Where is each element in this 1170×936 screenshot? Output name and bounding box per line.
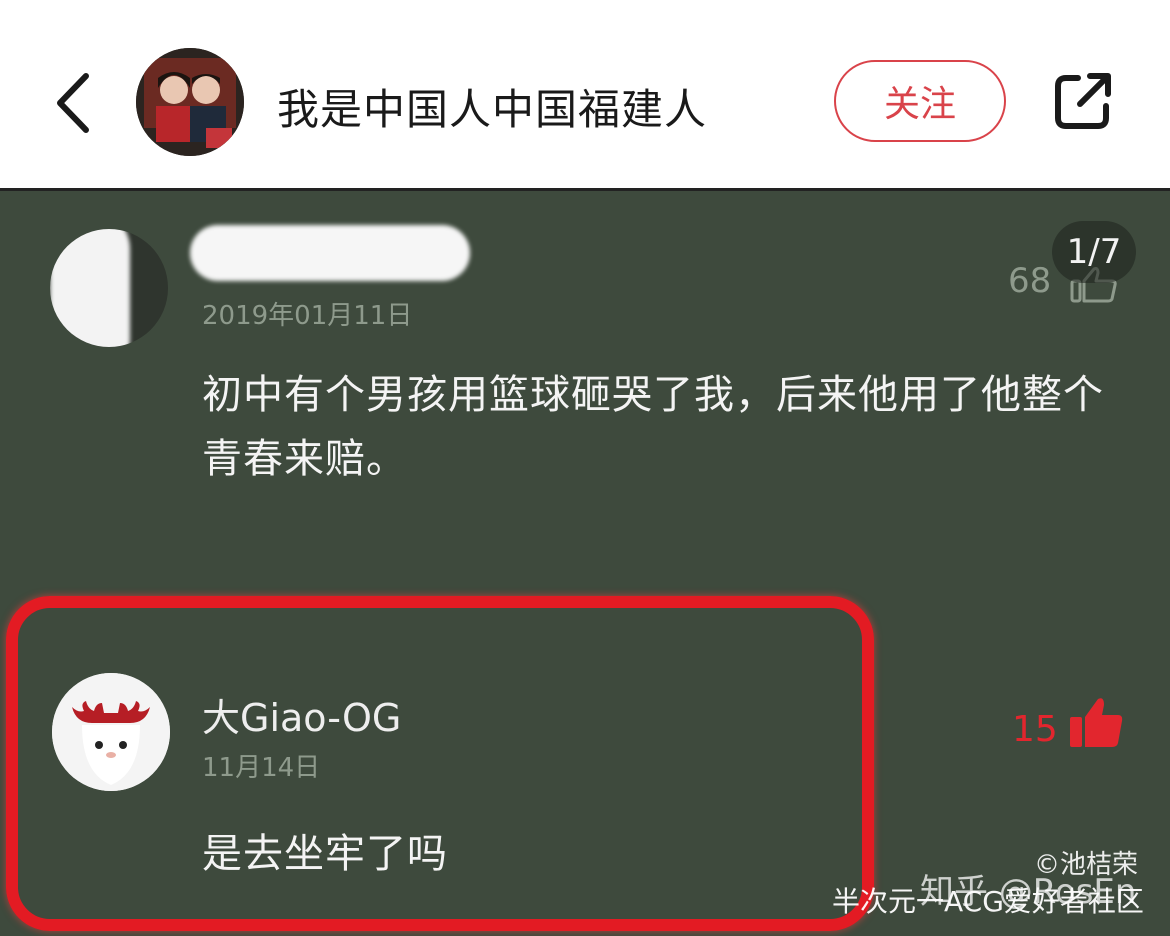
- blur-overlay: [50, 229, 130, 347]
- reply-text: 是去坐牢了吗: [202, 831, 448, 877]
- watermark-community: 半次元一ACG爱好者社区: [832, 885, 1144, 918]
- moose-avatar-icon: [52, 673, 170, 791]
- share-button[interactable]: [1052, 70, 1114, 132]
- like-count: 68: [1008, 261, 1052, 301]
- chevron-left-icon: [57, 73, 89, 133]
- commenter-avatar-blurred[interactable]: [50, 229, 168, 347]
- share-external-icon: [1055, 73, 1111, 129]
- image-page-indicator: 1/7: [1052, 221, 1136, 283]
- reply-date: 11月14日: [202, 753, 321, 783]
- top-bar: 我是中国人中国福建人 关注: [0, 0, 1170, 191]
- comments-panel: 2019年01月11日 68 1/7 初中有个男孩用篮球砸哭了我，后来他用了他整…: [0, 191, 1170, 936]
- follow-button[interactable]: 关注: [834, 60, 1006, 142]
- comment-text: 初中有个男孩用篮球砸哭了我，后来他用了他整个青春来赔。: [202, 372, 1104, 482]
- thumbs-up-icon[interactable]: [1068, 697, 1124, 749]
- author-avatar[interactable]: [136, 48, 244, 156]
- reply-avatar[interactable]: [52, 673, 170, 791]
- reply-like-count: 15: [1012, 709, 1058, 750]
- reply-username[interactable]: 大Giao-OG: [202, 687, 401, 742]
- header-title: 我是中国人中国福建人: [277, 85, 708, 134]
- comment-date: 2019年01月11日: [202, 301, 413, 331]
- avatar-illustration: [136, 48, 244, 156]
- back-button[interactable]: [50, 68, 100, 138]
- commenter-name-blurred: [190, 225, 470, 281]
